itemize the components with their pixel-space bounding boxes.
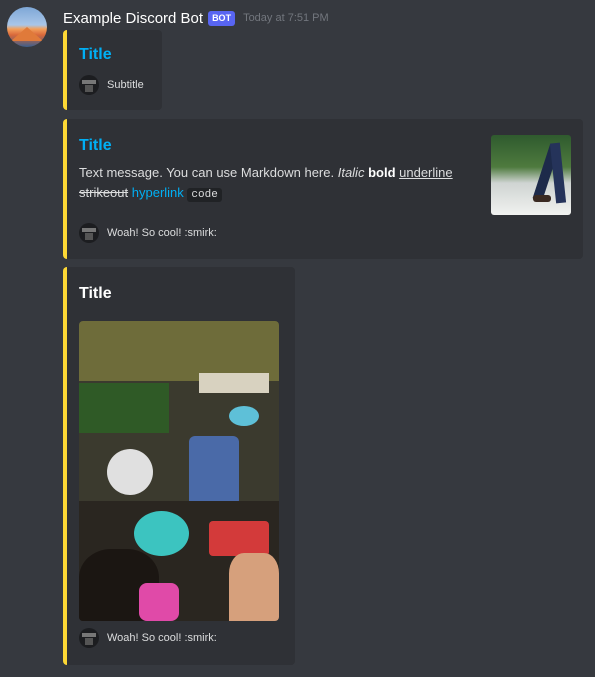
embed-2-footer: Woah! So cool! :smirk:: [79, 223, 217, 243]
embed-1-title[interactable]: Title: [79, 46, 112, 64]
author-icon: [79, 75, 99, 95]
message-header: Example Discord Bot BOT Today at 7:51 PM: [63, 8, 329, 28]
embed-1-author-name: Subtitle: [107, 79, 144, 91]
footer-icon: [79, 223, 99, 243]
embed-2-title[interactable]: Title: [79, 137, 112, 155]
embed-3-footer: Woah! So cool! :smirk:: [79, 628, 217, 648]
embed-1: Title Subtitle: [63, 30, 162, 110]
username[interactable]: Example Discord Bot: [63, 10, 203, 27]
desc-strikeout: strikeout: [79, 185, 129, 200]
embed-2: Title Text message. You can use Markdown…: [63, 119, 583, 259]
desc-bold: bold: [368, 165, 396, 180]
footer-icon: [79, 628, 99, 648]
embed-3: Title Woah! So cool! :smirk:: [63, 267, 295, 665]
embed-1-author: Subtitle: [79, 75, 144, 95]
embed-3-footer-text: Woah! So cool! :smirk:: [107, 632, 217, 644]
embed-3-title: Title: [79, 285, 112, 302]
desc-italic: Italic: [337, 165, 365, 180]
embed-2-description: Text message. You can use Markdown here.…: [79, 163, 464, 205]
embed-image[interactable]: [79, 321, 279, 621]
desc-plain: Text message. You can use Markdown here.: [79, 165, 335, 180]
thumbnail-image[interactable]: [491, 135, 571, 215]
desc-hyperlink[interactable]: hyperlink: [132, 185, 184, 200]
desc-underline: underline: [399, 165, 453, 180]
bot-avatar[interactable]: [7, 7, 47, 47]
timestamp: Today at 7:51 PM: [243, 12, 329, 24]
embed-2-footer-text: Woah! So cool! :smirk:: [107, 227, 217, 239]
bot-tag-badge: BOT: [208, 10, 236, 26]
desc-code: code: [187, 188, 222, 202]
